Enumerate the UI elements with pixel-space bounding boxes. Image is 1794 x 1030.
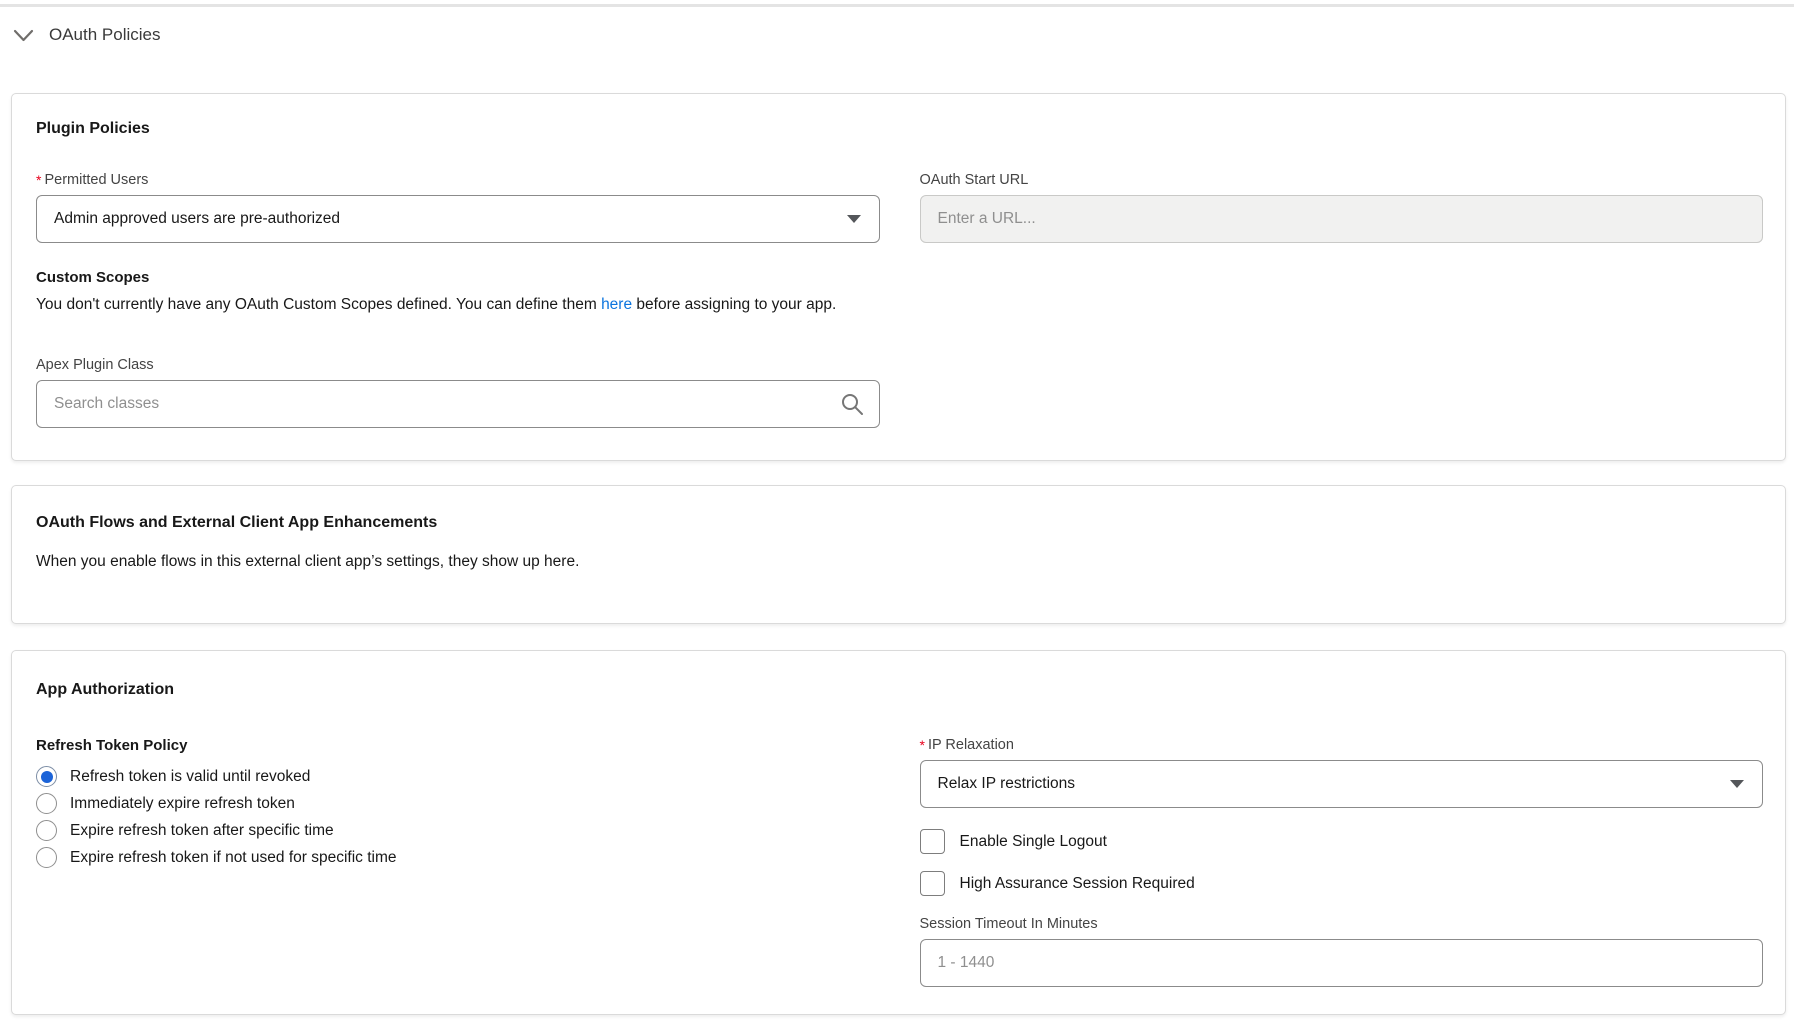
search-icon [840, 392, 864, 416]
app-authorization-title: App Authorization [36, 681, 1763, 699]
oauth-flows-title: OAuth Flows and External Client App Enha… [36, 514, 1763, 532]
app-authorization-right-column: * IP Relaxation Relax IP restrictions En… [920, 737, 1764, 987]
radio-label: Expire refresh token if not used for spe… [70, 849, 397, 867]
oauth-flows-card: OAuth Flows and External Client App Enha… [11, 485, 1786, 624]
custom-scopes-text: You don't currently have any OAuth Custo… [36, 296, 1763, 314]
oauth-flows-description: When you enable flows in this external c… [36, 553, 1763, 571]
session-timeout-label: Session Timeout In Minutes [920, 916, 1764, 932]
radio-option-expire-after-time[interactable]: Expire refresh token after specific time [36, 817, 880, 844]
high-assurance-session-row[interactable]: High Assurance Session Required [920, 871, 1764, 896]
ip-relaxation-value: Relax IP restrictions [938, 775, 1076, 793]
enable-single-logout-checkbox[interactable] [920, 829, 945, 854]
radio-label: Immediately expire refresh token [70, 795, 295, 813]
radio-label: Expire refresh token after specific time [70, 822, 334, 840]
oauth-start-url-label: OAuth Start URL [920, 172, 1764, 188]
ip-relaxation-label: * IP Relaxation [920, 737, 1764, 753]
permitted-users-label: * Permitted Users [36, 172, 880, 188]
section-title: OAuth Policies [49, 25, 161, 45]
app-authorization-card: App Authorization Refresh Token Policy R… [11, 650, 1786, 1015]
permitted-users-select[interactable]: Admin approved users are pre-authorized [36, 195, 880, 243]
ip-relaxation-select[interactable]: Relax IP restrictions [920, 760, 1764, 808]
radio-option-expire-if-not-used[interactable]: Expire refresh token if not used for spe… [36, 844, 880, 871]
radio-option-valid-until-revoked[interactable]: Refresh token is valid until revoked [36, 763, 880, 790]
radio-button[interactable] [36, 847, 57, 868]
refresh-token-policy-label: Refresh Token Policy [36, 737, 880, 754]
radio-button[interactable] [36, 793, 57, 814]
chevron-down-icon[interactable] [13, 29, 34, 42]
custom-scopes-title: Custom Scopes [36, 269, 1763, 286]
apex-plugin-class-search-input[interactable] [36, 380, 880, 428]
top-divider [0, 4, 1794, 7]
radio-label: Refresh token is valid until revoked [70, 768, 310, 786]
define-scopes-link[interactable]: here [601, 296, 632, 313]
plugin-policies-title: Plugin Policies [36, 120, 1763, 138]
dropdown-caret-icon [847, 215, 861, 223]
oauth-start-url-field: OAuth Start URL [920, 172, 1764, 243]
high-assurance-session-checkbox[interactable] [920, 871, 945, 896]
checkbox-label: High Assurance Session Required [960, 875, 1195, 893]
dropdown-caret-icon [1730, 780, 1744, 788]
required-asterisk: * [920, 737, 925, 753]
checkbox-label: Enable Single Logout [960, 833, 1107, 851]
enable-single-logout-row[interactable]: Enable Single Logout [920, 829, 1764, 854]
permitted-users-value: Admin approved users are pre-authorized [54, 210, 340, 228]
session-timeout-input[interactable] [920, 939, 1764, 987]
refresh-token-policy-field: Refresh Token Policy Refresh token is va… [36, 737, 880, 987]
permitted-users-field: * Permitted Users Admin approved users a… [36, 172, 880, 243]
apex-plugin-class-label: Apex Plugin Class [36, 357, 880, 373]
radio-button[interactable] [36, 820, 57, 841]
oauth-start-url-input [920, 195, 1764, 243]
radio-button[interactable] [36, 766, 57, 787]
plugin-policies-card: Plugin Policies * Permitted Users Admin … [11, 93, 1786, 461]
required-asterisk: * [36, 172, 41, 188]
oauth-policies-section-header[interactable]: OAuth Policies [13, 25, 161, 45]
radio-option-immediately-expire[interactable]: Immediately expire refresh token [36, 790, 880, 817]
refresh-token-policy-radio-group: Refresh token is valid until revoked Imm… [36, 763, 880, 871]
